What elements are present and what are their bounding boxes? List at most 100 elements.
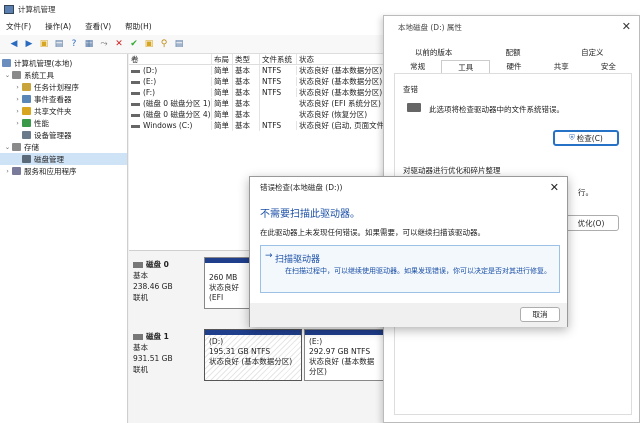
chevron-right-icon[interactable]: › [13, 107, 22, 115]
properties-title: 本地磁盘 (D:) 属性 [398, 22, 462, 32]
column-header-type[interactable]: 类型 [233, 54, 260, 64]
volume-icon [131, 80, 140, 84]
column-header-layout[interactable]: 布局 [212, 54, 233, 64]
tree-item-shared-folders[interactable]: › 共享文件夹 [0, 105, 127, 117]
disk-1-label[interactable]: 磁盘 1 基本 931.51 GB 联机 [133, 331, 203, 375]
view-icon[interactable]: ▦ [83, 38, 95, 50]
tree-item-task-scheduler[interactable]: › 任务计划程序 [0, 81, 127, 93]
partition-disk0-efi[interactable]: 260 MB 状态良好 (EFI [204, 257, 254, 309]
device-manager-icon [22, 131, 31, 139]
tab-security[interactable]: 安全 [585, 60, 632, 73]
disk-icon [133, 261, 143, 268]
forward-icon[interactable]: ▶ [23, 38, 35, 50]
menu-action[interactable]: 操作(A) [45, 21, 71, 32]
chevron-down-icon[interactable]: ⌄ [3, 143, 12, 151]
table-row[interactable]: (F:) 简单 基本 NTFS 状态良好 (基本数据分区) [129, 87, 389, 98]
chevron-right-icon[interactable]: › [3, 167, 12, 175]
performance-icon [22, 119, 31, 127]
tab-quota[interactable]: 配额 [473, 46, 552, 59]
tree-item-disk-management[interactable]: 磁盘管理 [0, 153, 127, 165]
scan-drive-title: 扫描驱动器 [275, 255, 321, 265]
optimize-desc: 行。 [578, 188, 593, 197]
tree-item-event-viewer[interactable]: › 事件查看器 [0, 93, 127, 105]
menu-view[interactable]: 查看(V) [85, 21, 111, 32]
volume-icon [131, 124, 140, 128]
computer-icon [2, 59, 11, 67]
tree-item-storage[interactable]: ⌄ 存储 [0, 141, 127, 153]
error-checking-desc: 此选项将检查驱动器中的文件系统错误。 [429, 105, 564, 114]
tree-item-device-manager[interactable]: 设备管理器 [0, 129, 127, 141]
close-icon[interactable]: ✕ [622, 20, 631, 33]
folder-icon[interactable]: ▣ [143, 38, 155, 50]
help-icon[interactable]: ? [68, 38, 80, 50]
show-tree-icon[interactable]: ▤ [53, 38, 65, 50]
tab-sharing[interactable]: 共享 [538, 60, 585, 73]
services-icon [12, 167, 21, 175]
tree-item-performance[interactable]: › 性能 [0, 117, 127, 129]
arrow-right-icon: → [265, 251, 273, 261]
disk-0-label[interactable]: 磁盘 0 基本 238.46 GB 联机 [133, 259, 203, 303]
table-row[interactable]: Windows (C:) 简单 基本 NTFS 状态良好 (启动, 页面文件 [129, 120, 389, 131]
error-check-desc: 在此驱动器上未发现任何错误。如果需要，可以继续扫描该驱动器。 [260, 228, 485, 237]
volume-list-header: 卷 布局 类型 文件系统 状态 [129, 54, 389, 65]
back-icon[interactable]: ◀ [8, 38, 20, 50]
event-viewer-icon [22, 95, 31, 103]
scan-drive-option[interactable]: → 扫描驱动器 在扫描过程中，可以继续使用驱动器。如果发现错误，你可以决定是否对… [260, 245, 560, 293]
chevron-right-icon[interactable]: › [13, 119, 22, 127]
table-row[interactable]: (D:) 简单 基本 NTFS 状态良好 (基本数据分区) [129, 65, 389, 76]
error-check-heading: 不需要扫描此驱动器。 [260, 209, 360, 220]
check-button[interactable]: ⛨ 检查(C) [553, 130, 619, 146]
disk-management-icon [22, 155, 31, 163]
dialog-footer: 取消 [250, 303, 567, 327]
disk-icon [133, 333, 143, 340]
volume-icon [131, 91, 140, 95]
menu-help[interactable]: 帮助(H) [125, 21, 152, 32]
tree-item-services-apps[interactable]: › 服务和应用程序 [0, 165, 127, 177]
error-checking-group-title: 查错 [403, 85, 418, 94]
shield-icon: ⛨ [569, 133, 575, 142]
check-icon[interactable]: ✔ [128, 38, 140, 50]
table-row[interactable]: (E:) 简单 基本 NTFS 状态良好 (基本数据分区) [129, 76, 389, 87]
search-icon[interactable]: ⚲ [158, 38, 170, 50]
partition-d[interactable]: (D:) 195.31 GB NTFS 状态良好 (基本数据分区) [204, 329, 302, 381]
tab-hardware[interactable]: 硬件 [490, 60, 537, 73]
table-row[interactable]: (磁盘 0 磁盘分区 4) 简单 基本 状态良好 (恢复分区) [129, 109, 389, 120]
column-header-filesystem[interactable]: 文件系统 [260, 54, 297, 64]
chevron-right-icon[interactable]: › [13, 95, 22, 103]
properties-icon[interactable]: ▤ [173, 38, 185, 50]
cancel-button[interactable]: 取消 [520, 307, 560, 322]
connect-icon[interactable]: ⤳ [98, 38, 110, 50]
tab-row-1: 以前的版本 配额 自定义 [394, 46, 632, 59]
chevron-right-icon[interactable]: › [13, 83, 22, 91]
navigation-tree: 计算机管理(本地) ⌄ 系统工具 › 任务计划程序 › 事件查看器 › 共享文件… [0, 54, 128, 423]
volume-icon [131, 102, 140, 106]
tab-general[interactable]: 常规 [394, 60, 441, 73]
delete-icon[interactable]: ✕ [113, 38, 125, 50]
table-row[interactable]: (磁盘 0 磁盘分区 1) 简单 基本 状态良好 (EFI 系统分区) [129, 98, 389, 109]
tab-tools[interactable]: 工具 [441, 60, 491, 73]
column-header-status[interactable]: 状态 [297, 54, 389, 64]
volume-icon [131, 69, 140, 73]
optimize-button[interactable]: 优化(O) [563, 215, 619, 231]
chevron-down-icon[interactable]: ⌄ [3, 71, 12, 79]
error-check-title: 错误检查(本地磁盘 (D:)) [260, 182, 343, 192]
scan-drive-desc: 在扫描过程中，可以继续使用驱动器。如果发现错误，你可以决定是否对其进行修复。 [285, 267, 551, 275]
tree-item-root[interactable]: 计算机管理(本地) [0, 57, 127, 69]
optimize-group-title: 对驱动器进行优化和碎片整理 [403, 166, 501, 175]
tab-previous-versions[interactable]: 以前的版本 [394, 46, 473, 59]
error-check-dialog: 错误检查(本地磁盘 (D:)) ✕ 不需要扫描此驱动器。 在此驱动器上未发现任何… [249, 176, 568, 327]
clock-icon [22, 83, 31, 91]
tree-item-system-tools[interactable]: ⌄ 系统工具 [0, 69, 127, 81]
partition-e[interactable]: (E:) 292.97 GB NTFS 状态良好 (基本数据分区) [304, 329, 384, 381]
close-icon[interactable]: ✕ [550, 181, 559, 194]
column-header-volume[interactable]: 卷 [129, 54, 212, 64]
tools-icon [12, 71, 21, 79]
tab-customize[interactable]: 自定义 [553, 46, 632, 59]
menu-file[interactable]: 文件(F) [6, 21, 31, 32]
up-folder-icon[interactable]: ▣ [38, 38, 50, 50]
shared-folder-icon [22, 107, 31, 115]
window-title: 计算机管理 [18, 4, 56, 14]
computer-management-icon [4, 4, 14, 14]
tab-row-2: 常规 工具 硬件 共享 安全 [394, 60, 632, 73]
drive-icon [407, 103, 421, 112]
